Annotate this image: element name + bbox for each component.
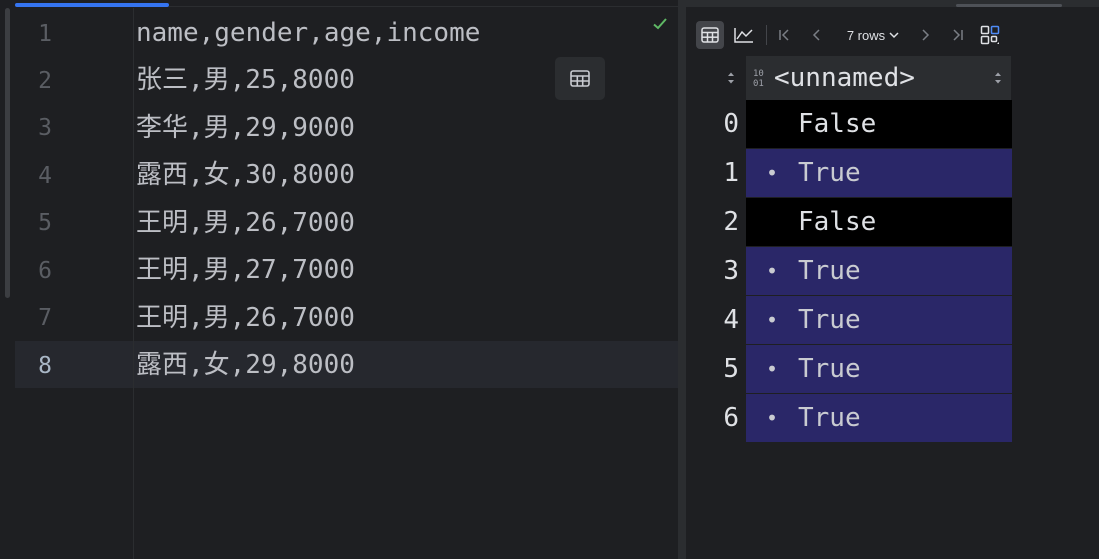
row-index: 0 [723,109,739,139]
last-page-icon [953,29,963,41]
table-cell[interactable]: • True [746,296,1012,345]
table-row[interactable]: 6 • True [686,394,1012,443]
table-icon [701,27,719,43]
cell-value: True [798,305,861,335]
rows-count-dropdown[interactable]: 7 rows [836,21,910,49]
table-cell[interactable]: • True [746,149,1012,198]
active-tab-indicator [15,3,169,7]
row-index: 1 [723,158,739,188]
table-cell[interactable]: • True [746,247,1012,296]
table-icon [570,70,590,87]
code-line[interactable]: 露西,女,30,8000 [136,160,355,190]
cell-value: True [798,403,861,433]
line-number: 7 [38,305,52,331]
cell-value: False [798,109,877,139]
table-row[interactable]: 0 False [686,100,1012,149]
table-row[interactable]: 5 • True [686,345,1012,394]
viewer-toolbar: 7 rows [686,18,1099,52]
true-marker: • [766,259,779,283]
code-line[interactable]: 张三,男,25,8000 [136,65,355,95]
check-icon[interactable] [652,16,668,32]
table-row[interactable]: 3 • True [686,247,1012,296]
line-number-active: 8 [38,353,52,379]
chart-icon [734,28,753,43]
column-header[interactable]: 10 01 <unnamed> [746,56,1011,100]
line-number: 6 [38,258,52,284]
rows-count-label: 7 rows [846,27,886,43]
binary-type-icon: 10 01 [753,69,764,89]
row-index: 3 [723,256,739,286]
prev-page-button[interactable] [803,21,831,49]
viewer-scrollbar-thumb[interactable] [956,4,1062,7]
gutter-divider [133,8,134,559]
index-column-header[interactable] [686,56,745,100]
next-page-button[interactable] [911,21,939,49]
table-header: 10 01 <unnamed> [686,56,1012,100]
table-mode-button[interactable] [696,21,724,49]
row-index: 4 [723,305,739,335]
editor-top-border [169,6,678,7]
layout-icon [980,25,1000,45]
line-number: 1 [38,21,52,47]
code-line[interactable]: 露西,女,29,8000 [136,350,355,380]
cell-value: True [798,158,861,188]
chevron-down-icon [889,32,899,39]
open-table-view-button[interactable] [555,57,605,100]
next-page-icon [922,29,930,41]
table-cell[interactable]: False [746,198,1012,247]
cell-value: True [798,256,861,286]
first-page-icon [779,29,789,41]
row-index: 6 [723,403,739,433]
true-marker: • [766,357,779,381]
table-cell[interactable]: • True [746,345,1012,394]
sort-icon[interactable] [993,71,1003,85]
code-line[interactable]: 王明,男,26,7000 [136,303,355,333]
table-cell[interactable]: False [746,100,1012,149]
true-marker: • [766,406,779,430]
first-page-button[interactable] [771,21,799,49]
table-row[interactable]: 2 False [686,198,1012,247]
true-marker: • [766,308,779,332]
line-number: 5 [38,210,52,236]
sort-icon[interactable] [726,71,736,85]
code-line[interactable]: name,gender,age,income [136,18,480,48]
column-name: <unnamed> [774,63,915,93]
editor-scrollbar-thumb[interactable] [5,8,10,298]
svg-text:01: 01 [753,79,764,89]
panel-splitter[interactable] [678,0,686,559]
last-page-button[interactable] [943,21,971,49]
code-line[interactable]: 李华,男,29,9000 [136,113,355,143]
line-number: 4 [38,163,52,189]
cell-value: True [798,354,861,384]
prev-page-icon [812,29,820,41]
toolbar-separator [766,25,767,45]
table-cell[interactable]: • True [746,394,1012,443]
row-index: 2 [723,207,739,237]
row-index: 5 [723,354,739,384]
csv-editor[interactable]: 1 2 3 4 5 6 7 8 name,gender,age,income 张… [0,0,678,559]
true-marker: • [766,161,779,185]
chart-mode-button[interactable] [730,21,758,49]
line-number: 3 [38,115,52,141]
cell-value: False [798,207,877,237]
svg-text:10: 10 [753,69,764,79]
line-number: 2 [38,68,52,94]
code-line[interactable]: 王明,男,26,7000 [136,208,355,238]
table-row[interactable]: 1 • True [686,149,1012,198]
layout-button[interactable] [976,21,1004,49]
data-viewer-panel: 7 rows 10 01 <unnamed> 0 False 1 • True … [686,0,1099,559]
table-row[interactable]: 4 • True [686,296,1012,345]
code-line[interactable]: 王明,男,27,7000 [136,255,355,285]
